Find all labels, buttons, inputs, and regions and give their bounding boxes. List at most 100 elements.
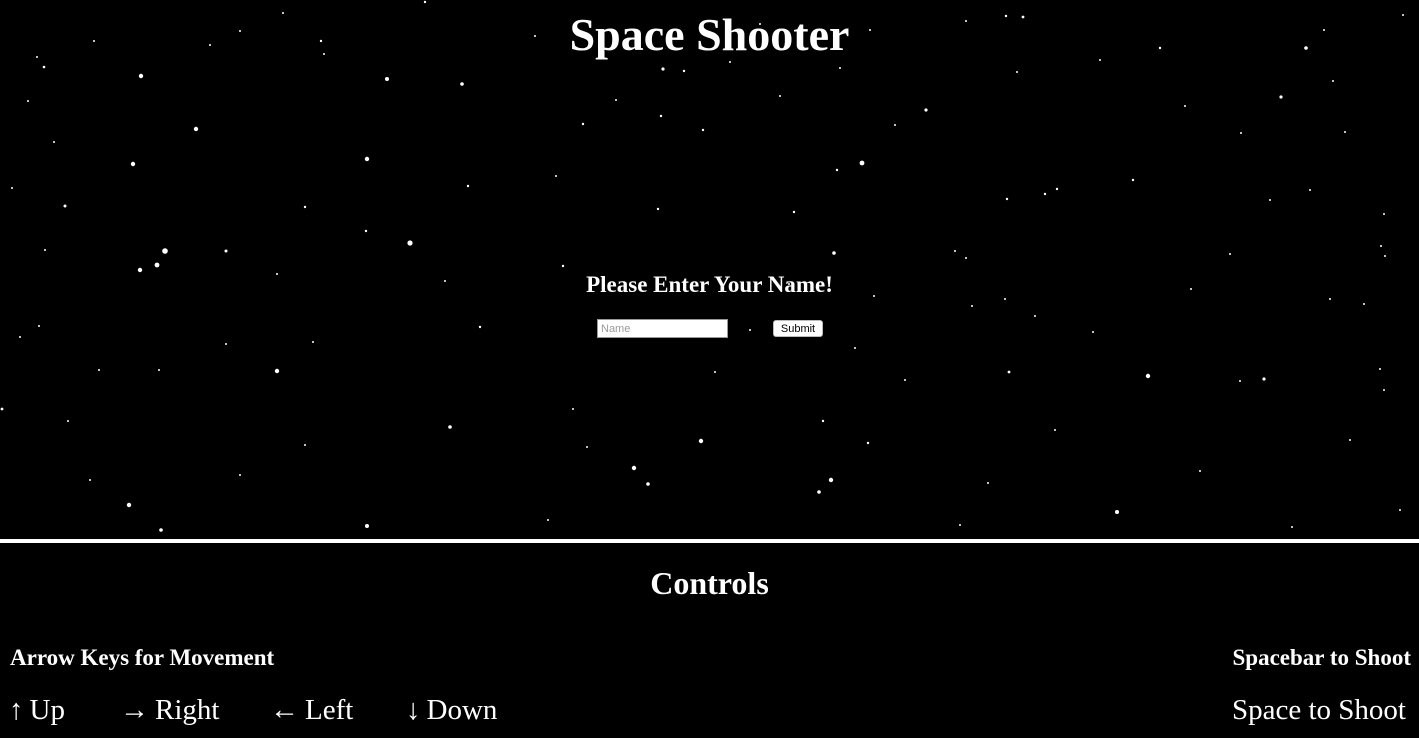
star [304,444,306,446]
star [303,205,307,209]
star [1349,439,1351,441]
star [1262,377,1266,381]
star [126,502,132,508]
star [423,0,427,4]
star [1332,80,1334,82]
star [959,524,961,526]
star [448,425,452,429]
star [98,369,100,371]
star [159,528,163,532]
star [42,65,46,69]
star [1007,370,1011,374]
star [615,99,617,101]
control-shoot-label: Space to Shoot [1232,694,1406,726]
star [312,341,314,343]
star [466,184,470,188]
movement-heading: Arrow Keys for Movement [10,645,275,670]
star [828,477,834,483]
star [572,408,574,410]
star [89,479,91,481]
star [1309,189,1311,191]
submit-button[interactable]: Submit [773,320,823,337]
star [894,124,896,126]
control-right-label: Right [155,694,220,726]
star [839,67,841,69]
star [193,126,199,132]
star [19,336,21,338]
control-right: → Right [120,692,219,728]
star [158,369,160,371]
star [682,69,686,73]
game-area[interactable]: Space Shooter Please Enter Your Name! Su… [0,0,1419,540]
star [821,419,825,423]
star [817,490,821,494]
control-left-label: Left [305,694,354,726]
star [1043,192,1047,196]
star [1380,245,1382,247]
star [225,343,227,345]
star [138,73,144,79]
star [44,249,46,251]
star [779,95,781,97]
star [698,438,704,444]
star [1363,303,1365,305]
star [407,240,413,246]
arrow-right-icon: → [120,694,149,726]
control-down-label: Down [426,694,498,726]
star [1115,510,1119,514]
star [385,77,389,81]
star [835,168,839,172]
star [11,187,13,189]
arrow-left-icon: ← [270,694,299,726]
star [53,141,55,143]
star [1229,253,1231,255]
star [971,305,973,307]
star [365,524,369,528]
name-input[interactable] [597,319,728,338]
star [1291,526,1293,528]
star [1384,255,1386,257]
star [0,407,4,411]
star [1379,368,1381,370]
star [631,465,637,471]
star [460,82,464,86]
star [274,368,280,374]
star [659,114,663,118]
star [1145,373,1151,379]
star [478,325,482,329]
star [1344,131,1346,133]
star [555,175,557,177]
star [656,207,660,211]
star [38,325,40,327]
star [364,156,370,162]
star [1034,315,1036,317]
divider [0,539,1419,543]
star [1054,429,1056,431]
star [154,262,160,268]
name-prompt: Please Enter Your Name! [586,272,833,297]
star [792,210,796,214]
star [1184,105,1186,107]
star [965,257,967,259]
star [63,204,67,208]
star [586,446,588,448]
star [1399,509,1401,511]
star [1199,470,1201,472]
name-form: Submit [597,319,827,339]
star [859,160,865,166]
star [1016,71,1018,73]
star [701,128,705,132]
arrow-up-icon: ↑ [9,694,24,726]
star [162,248,168,254]
star [646,482,650,486]
star [661,67,665,71]
star [1383,389,1385,391]
star [832,251,836,255]
star [561,264,565,268]
star [866,441,870,445]
star [987,482,989,484]
star [67,420,69,422]
star [1279,95,1283,99]
star [547,519,549,521]
star [130,161,136,167]
